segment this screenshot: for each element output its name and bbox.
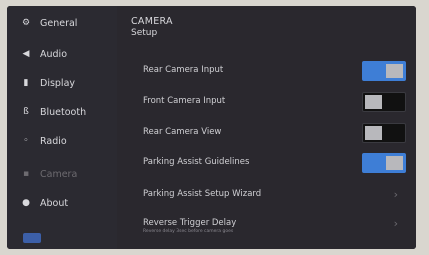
setting-label: Parking Assist Setup Wizard (143, 189, 262, 199)
setting-row-parking-assist-setup-wizard[interactable]: Parking Assist Setup Wizard › (117, 180, 416, 208)
setting-row-parking-assist-guidelines[interactable]: Parking Assist Guidelines (117, 148, 416, 176)
sidebar-item-bluetooth[interactable]: ß Bluetooth (7, 101, 117, 123)
gear-icon: ⚙ (21, 18, 31, 28)
toggle-knob (386, 156, 403, 170)
front-camera-input-toggle[interactable] (362, 92, 406, 112)
setting-label: Front Camera Input (143, 96, 226, 106)
sidebar-item-about[interactable]: ● About (7, 192, 117, 214)
display-icon: ▮ (23, 78, 29, 88)
setting-label: Rear Camera Input (143, 65, 224, 75)
setting-row-reverse-trigger-delay[interactable]: Reverse Trigger Delay Reverse delay 3sec… (117, 209, 416, 237)
info-icon: ● (22, 198, 30, 208)
page-title: CAMERA (131, 16, 173, 27)
sidebar-item-label: Bluetooth (40, 106, 87, 118)
chevron-right-icon: › (393, 188, 398, 201)
chevron-right-icon: › (393, 217, 398, 230)
rear-camera-view-toggle[interactable] (362, 123, 406, 143)
sidebar-item-label: Display (40, 77, 76, 89)
sidebar: ⚙ General ◀ Audio ▮ Display ß Bluetooth … (7, 6, 117, 249)
head-unit-screen: ⚙ General ◀ Audio ▮ Display ß Bluetooth … (7, 6, 416, 249)
sidebar-item-label: Audio (40, 48, 68, 60)
setting-description: Reverse delay 3sec before camera goes (143, 229, 234, 234)
settings-panel: CAMERA Setup Rear Camera Input Front Cam… (117, 6, 416, 249)
setting-row-front-camera-input[interactable]: Front Camera Input (117, 87, 416, 115)
sidebar-item-label: About (40, 197, 69, 209)
sidebar-item-radio[interactable]: ◦ Radio (7, 130, 117, 152)
setting-row-rear-camera-view[interactable]: Rear Camera View (117, 118, 416, 146)
setting-label: Rear Camera View (143, 127, 222, 137)
setting-row-rear-camera-input[interactable]: Rear Camera Input (117, 56, 416, 84)
speaker-icon: ◀ (22, 49, 30, 59)
toggle-knob (365, 95, 382, 109)
sidebar-item-audio[interactable]: ◀ Audio (7, 43, 117, 65)
parking-assist-guidelines-toggle[interactable] (362, 153, 406, 173)
sidebar-item-label: Camera (40, 168, 78, 180)
sidebar-item-general[interactable]: ⚙ General (7, 12, 117, 34)
toggle-knob (386, 64, 403, 78)
setting-label: Parking Assist Guidelines (143, 157, 250, 167)
camera-icon: ▪ (22, 169, 30, 179)
toggle-knob (365, 126, 382, 140)
status-indicator (23, 233, 41, 243)
sidebar-item-camera[interactable]: ▪ Camera (7, 163, 117, 185)
bluetooth-icon: ß (23, 107, 29, 117)
sidebar-item-label: General (40, 17, 78, 29)
page-subtitle: Setup (131, 28, 158, 38)
rear-camera-input-toggle[interactable] (362, 61, 406, 81)
sidebar-item-display[interactable]: ▮ Display (7, 72, 117, 94)
sidebar-item-label: Radio (40, 135, 67, 147)
radio-icon: ◦ (23, 136, 29, 146)
setting-label: Reverse Trigger Delay (143, 218, 237, 228)
